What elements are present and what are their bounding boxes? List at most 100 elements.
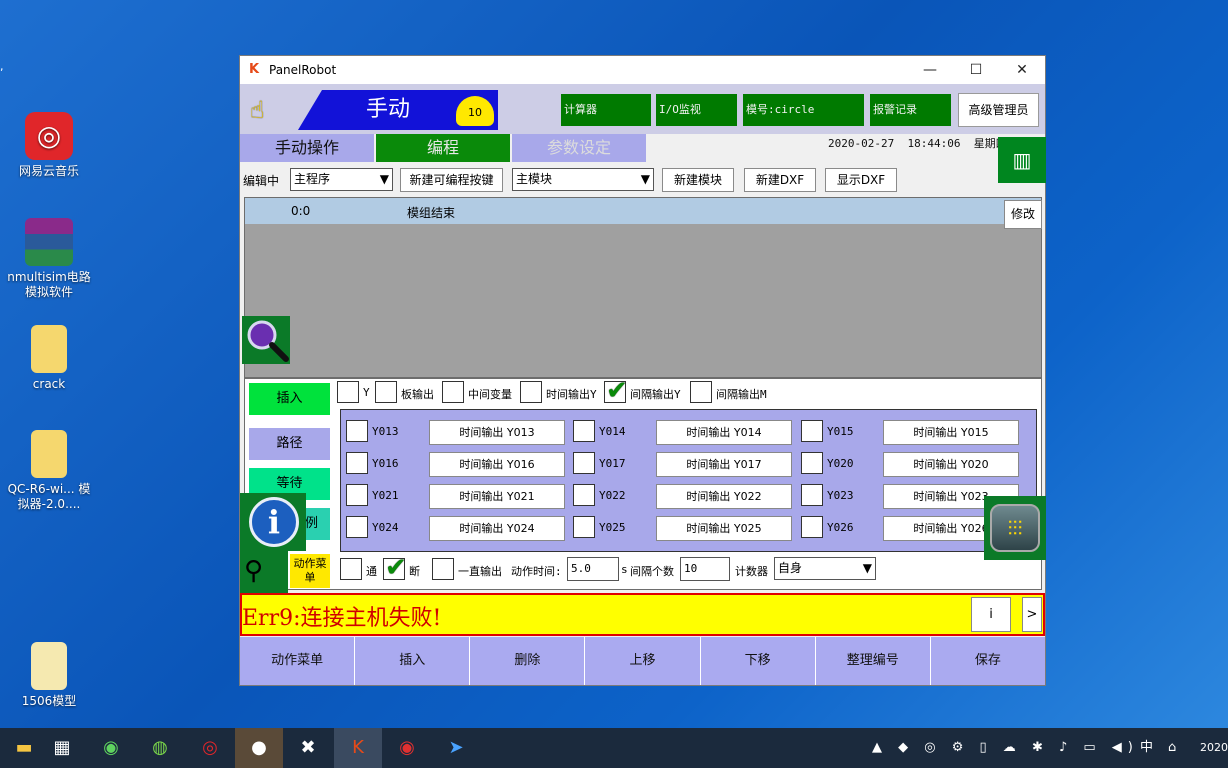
time-output-button[interactable]: 时间输出 Y021	[429, 484, 565, 509]
delete-button[interactable]: 删除	[470, 637, 586, 685]
tray-icons[interactable]: ▲ ◆ ◎ ⚙ ▯ ☁ ✱ ♪ ▭ ◀)	[872, 728, 1139, 768]
minimize-button[interactable]: —	[907, 56, 953, 84]
model-number-button[interactable]: 模号:circle	[743, 94, 864, 126]
action-menu-side-button[interactable]: 动作菜单	[290, 554, 330, 588]
clock-year[interactable]: 2020	[1200, 738, 1228, 768]
time-output-y-checkbox[interactable]	[520, 381, 542, 403]
move-down-button[interactable]: 下移	[701, 637, 816, 685]
io-checkbox[interactable]	[346, 516, 368, 538]
tab-params[interactable]: 参数设定	[512, 134, 646, 162]
mid-var-label: 中间变量	[468, 388, 512, 401]
netease-music-desktop-icon[interactable]: ◎ 网易云音乐	[6, 112, 92, 179]
tab-manual[interactable]: 手动操作	[240, 134, 374, 162]
folder-icon	[31, 430, 67, 478]
time-output-button[interactable]: 时间输出 Y014	[656, 420, 792, 445]
crack-desktop-icon[interactable]: crack	[6, 325, 92, 392]
panelrobot-taskbar-icon[interactable]: K	[334, 728, 382, 768]
new-dxf-button[interactable]: 新建DXF	[744, 168, 816, 192]
admin-button[interactable]: 高级管理员	[958, 93, 1039, 127]
mid-var-checkbox[interactable]	[442, 381, 464, 403]
io-checkbox[interactable]	[801, 484, 823, 506]
time-output-button[interactable]: 时间输出 Y015	[883, 420, 1019, 445]
action-menu-button[interactable]: 动作菜单	[240, 637, 356, 685]
mixer-settings-icon[interactable]: ⫶⫶⫶	[984, 496, 1046, 560]
winrar-archive-icon	[25, 218, 73, 266]
qc-r6-desktop-icon[interactable]: QC-R6-wi... 模拟器-2.0....	[6, 430, 92, 512]
close-button[interactable]: ✕	[999, 56, 1045, 84]
on-checkbox[interactable]	[340, 558, 362, 580]
io-checkbox[interactable]	[573, 420, 595, 442]
x-app-taskbar-icon[interactable]: ✖	[284, 728, 332, 768]
io-checkbox[interactable]	[801, 420, 823, 442]
io-checkbox[interactable]	[573, 516, 595, 538]
y-label: Y	[363, 386, 370, 399]
maximize-button[interactable]: ☐	[953, 56, 999, 84]
tab-program[interactable]: 编程	[376, 134, 510, 162]
io-checkbox[interactable]	[573, 452, 595, 474]
error-info-button[interactable]: i	[971, 597, 1011, 632]
calculator-button[interactable]: 计算器	[561, 94, 651, 126]
alarm-record-button[interactable]: 报警记录	[870, 94, 951, 126]
interval-count-input[interactable]: 10	[680, 557, 730, 581]
modify-button[interactable]: 修改	[1004, 200, 1042, 229]
info-icon[interactable]: i	[240, 493, 306, 551]
time-output-button[interactable]: 时间输出 Y017	[656, 452, 792, 477]
y-checkbox[interactable]	[337, 381, 359, 403]
program-select[interactable]: 主程序 ▼	[290, 168, 393, 191]
io-checkbox[interactable]	[801, 516, 823, 538]
board-output-checkbox[interactable]	[375, 381, 397, 403]
io-monitor-button[interactable]: I/O监视	[656, 94, 737, 126]
on-label: 通	[366, 565, 377, 578]
magnifier-icon[interactable]	[242, 316, 290, 364]
io-checkbox[interactable]	[346, 420, 368, 442]
recorder-taskbar-icon[interactable]: ◉	[383, 728, 431, 768]
store-icon[interactable]: ▦	[38, 728, 86, 768]
show-dxf-button[interactable]: 显示DXF	[825, 168, 897, 192]
time-output-button[interactable]: 时间输出 Y016	[429, 452, 565, 477]
model-1506-desktop-icon[interactable]: 1506模型	[6, 642, 92, 709]
speed-indicator[interactable]: 10	[456, 96, 494, 126]
info-circle-icon: i	[249, 497, 299, 547]
wechat-icon[interactable]: ◍	[136, 728, 184, 768]
io-checkbox[interactable]	[573, 484, 595, 506]
insert-button[interactable]: 插入	[355, 637, 471, 685]
io-checkbox[interactable]	[346, 452, 368, 474]
module-select[interactable]: 主模块 ▼	[512, 168, 654, 191]
new-programmable-key-button[interactable]: 新建可编程按键	[400, 168, 503, 192]
time-output-button[interactable]: 时间输出 Y013	[429, 420, 565, 445]
multisim-desktop-icon[interactable]: nmultisim电路模拟软件	[6, 218, 92, 300]
speed-value: 10	[468, 106, 482, 119]
feishu-taskbar-icon[interactable]: ➤	[432, 728, 480, 768]
off-label: 断	[409, 565, 420, 578]
counter-select[interactable]: 自身 ▼	[774, 557, 876, 580]
always-output-checkbox[interactable]	[432, 558, 454, 580]
app-taskbar-icon[interactable]: ●	[235, 728, 283, 768]
off-checkbox[interactable]	[383, 553, 407, 583]
renumber-button[interactable]: 整理编号	[816, 637, 931, 685]
action-time-input[interactable]: 5.0	[567, 557, 619, 581]
time-output-button[interactable]: 时间输出 Y025	[656, 516, 792, 541]
interval-output-y-checkbox[interactable]	[604, 376, 628, 406]
new-module-button[interactable]: 新建模块	[662, 168, 734, 192]
path-button[interactable]: 路径	[249, 428, 330, 460]
io-checkbox[interactable]	[346, 484, 368, 506]
time-output-button[interactable]: 时间输出 Y022	[656, 484, 792, 509]
io-checkbox[interactable]	[801, 452, 823, 474]
io-label: Y021	[372, 489, 399, 502]
browser-icon[interactable]: ◉	[87, 728, 135, 768]
error-bar: Err9:连接主机失败! i >	[240, 593, 1045, 636]
move-up-button[interactable]: 上移	[585, 637, 701, 685]
save-button[interactable]: 保存	[931, 637, 1045, 685]
ime-indicator[interactable]: 中	[1140, 728, 1153, 768]
time-output-button[interactable]: 时间输出 Y024	[429, 516, 565, 541]
netease-music-taskbar-icon[interactable]: ◎	[186, 728, 234, 768]
list-item[interactable]: 0:0 模组结束	[245, 198, 1041, 224]
time-output-button[interactable]: 时间输出 Y020	[883, 452, 1019, 477]
module-select-value: 主模块	[516, 172, 553, 186]
error-next-button[interactable]: >	[1022, 597, 1042, 632]
location-pin-icon[interactable]: ⚲	[240, 548, 288, 594]
interval-output-m-checkbox[interactable]	[690, 381, 712, 403]
program-list[interactable]: 0:0 模组结束 修改	[244, 197, 1042, 378]
insert-side-button[interactable]: 插入	[249, 383, 330, 415]
input-mode-icon[interactable]: ⌂	[1168, 728, 1176, 768]
